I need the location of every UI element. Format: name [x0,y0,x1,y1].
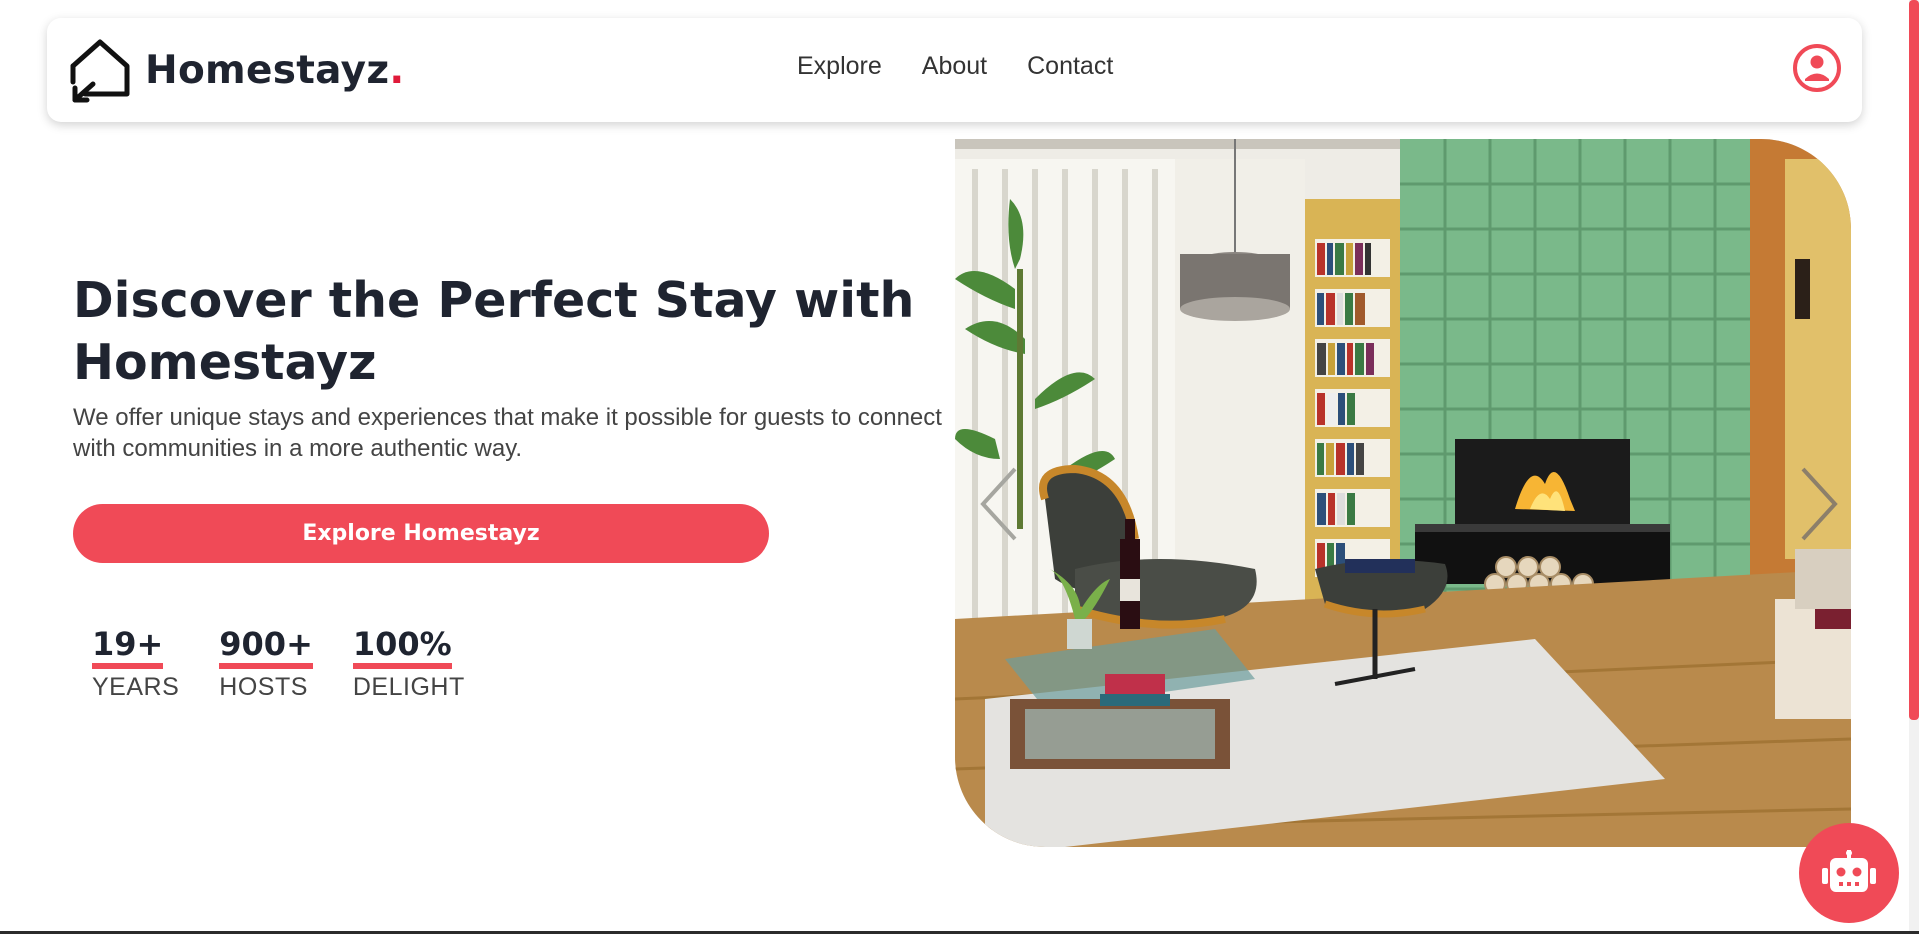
stat-years: 19+ YEARS [92,625,179,702]
logo[interactable]: Homestayz. [67,36,404,104]
stat-delight: 100% DELIGHT [352,625,465,702]
user-account-button[interactable] [1792,43,1842,93]
stat-value: 100% [352,625,452,669]
carousel-prev-button[interactable] [975,459,1025,549]
chevron-left-icon [980,467,1017,541]
robot-icon [1822,850,1876,892]
hero-image-carousel [955,139,1851,847]
carousel-next-button[interactable] [1793,459,1843,549]
explore-button[interactable]: Explore Homestayz [73,504,769,563]
stat-value: 900+ [219,625,313,669]
navbar: Homestayz. Explore About Contact [47,18,1862,122]
stat-label: HOSTS [219,673,308,701]
hero-subtitle: We offer unique stays and experiences th… [73,404,942,462]
stat-label: YEARS [92,673,180,701]
nav-links: Explore About Contact [797,52,1113,81]
chevron-right-icon [1801,467,1838,541]
nav-explore[interactable]: Explore [797,52,882,81]
stats: 19+ YEARS 900+ HOSTS 100% DELIGHT [92,625,465,702]
living-room-image [955,139,1851,847]
user-circle-icon [1793,44,1841,92]
nav-contact[interactable]: Contact [1027,52,1113,81]
nav-about[interactable]: About [922,52,987,81]
stat-label: DELIGHT [352,673,465,701]
brand-name: Homestayz. [145,47,405,93]
house-arrow-icon [70,39,130,103]
brand-dot: . [389,47,405,93]
scrollbar-thumb[interactable] [1909,0,1919,720]
page-scrollbar[interactable] [1909,0,1919,934]
stat-value: 19+ [92,625,164,669]
chatbot-button[interactable] [1799,823,1899,923]
hero-title: Discover the Perfect Stay with Homestayz [73,272,915,391]
stat-hosts: 900+ HOSTS [219,625,313,702]
